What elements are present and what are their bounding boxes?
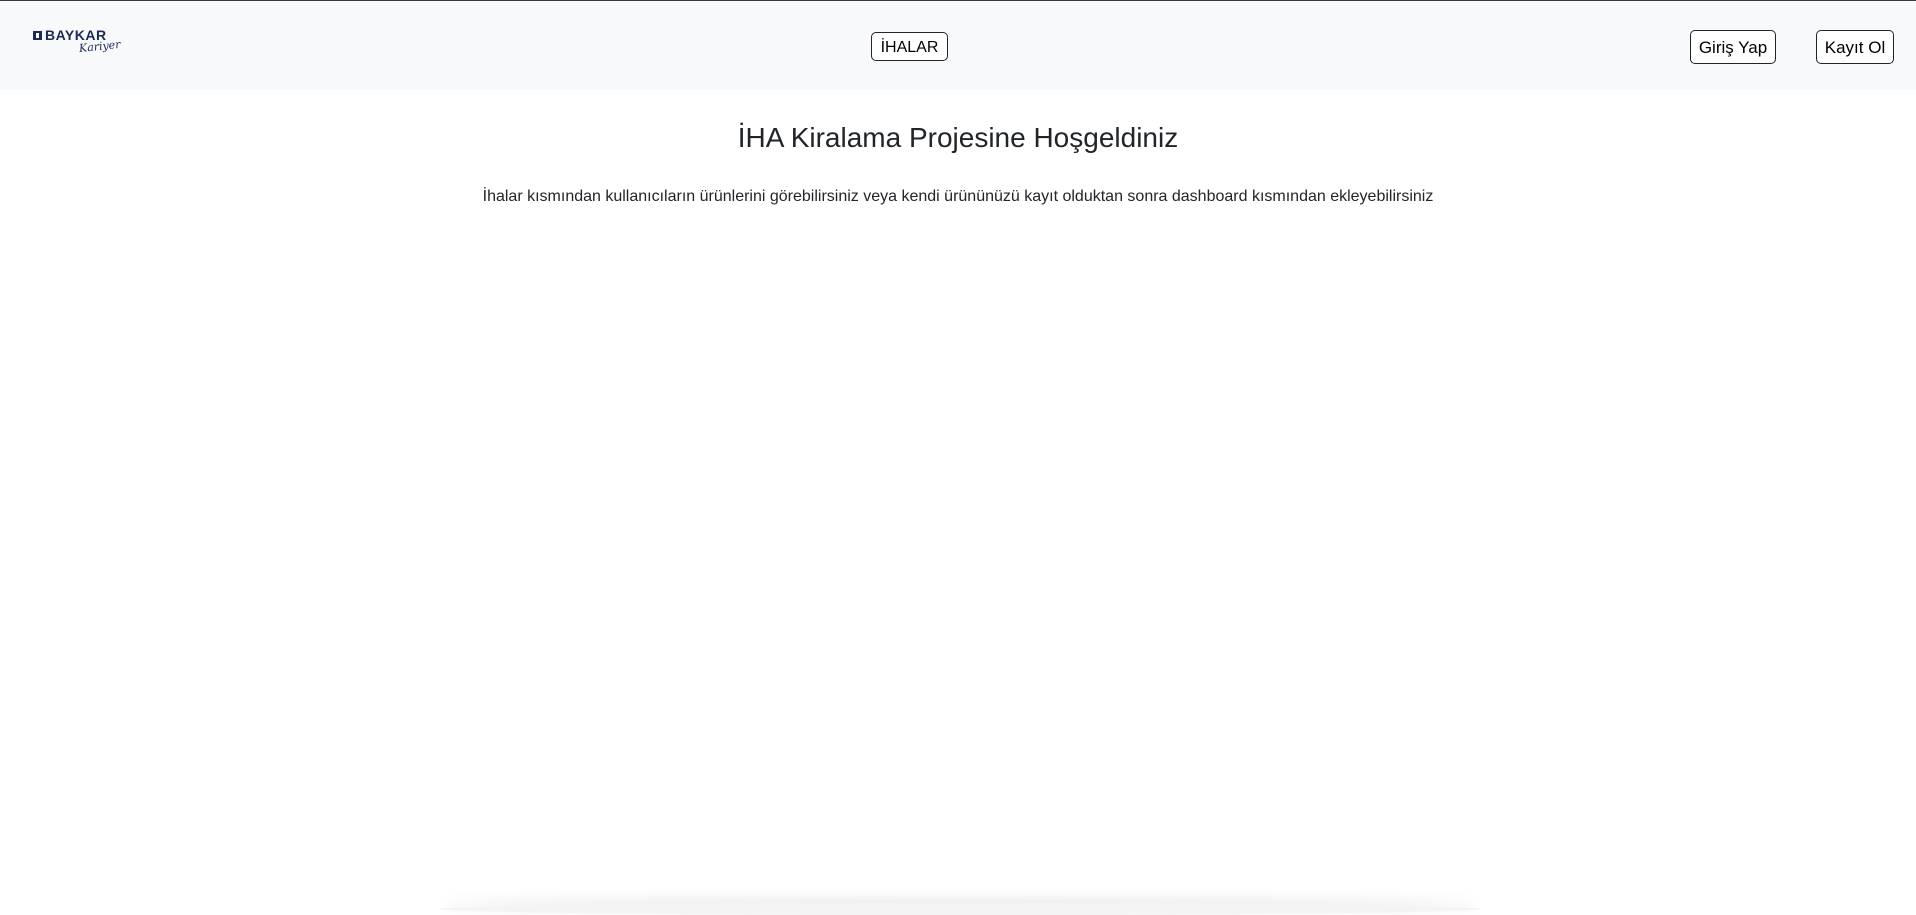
baykar-logo[interactable]: BAYKAR Kariyer	[33, 27, 121, 63]
logo-mark-icon	[33, 31, 42, 40]
register-button[interactable]: Kayıt Ol	[1816, 30, 1894, 64]
page-title: İHA Kiralama Projesine Hoşgeldiniz	[737, 122, 1179, 153]
bottom-shadow	[440, 903, 1480, 915]
page-description: İhalar kısmından kullanıcıların ürünleri…	[482, 188, 1434, 205]
login-button[interactable]: Giriş Yap	[1690, 30, 1776, 64]
ihalar-button[interactable]: İHALAR	[871, 32, 948, 61]
navbar: BAYKAR Kariyer İHALAR Giriş Yap Kayıt Ol	[0, 1, 1916, 90]
logo-script-text: Kariyer	[78, 37, 122, 56]
